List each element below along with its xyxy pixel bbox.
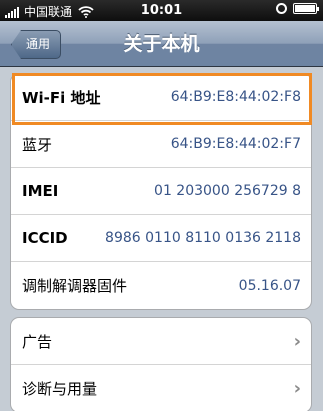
menu-group: 广告 › 诊断与用量 ›: [10, 317, 312, 411]
row-label: Wi-Fi 地址: [22, 88, 101, 107]
back-button[interactable]: 通用: [11, 30, 62, 59]
row-imei: IMEI 01 203000 256729 8: [11, 168, 311, 215]
status-bar: 中国联通 10:01: [0, 0, 323, 21]
chevron-right-icon: ›: [293, 330, 301, 352]
menu-item-diagnostics[interactable]: 诊断与用量 ›: [11, 365, 311, 411]
row-modem-firmware: 调制解调器固件 05.16.07: [11, 262, 311, 309]
menu-item-label: 诊断与用量: [22, 380, 98, 398]
menu-item-advertising[interactable]: 广告 ›: [11, 318, 311, 365]
navigation-bar: 关于本机 通用: [0, 21, 323, 67]
row-wifi-address: Wi-Fi 地址 64:B9:E8:44:02:F8: [11, 74, 311, 121]
menu-item-label: 广告: [22, 332, 53, 351]
battery-icon: [293, 3, 319, 14]
row-value: 8986 0110 8110 0136 2118: [105, 230, 301, 246]
row-label: 蓝牙: [22, 135, 53, 154]
row-bluetooth: 蓝牙 64:B9:E8:44:02:F7: [11, 121, 311, 168]
row-label: IMEI: [22, 182, 59, 200]
rotation-lock-icon: [276, 3, 287, 14]
row-iccid: ICCID 8986 0110 8110 0136 2118: [11, 215, 311, 262]
chevron-right-icon: ›: [293, 378, 301, 399]
row-label: 调制解调器固件: [22, 277, 128, 295]
status-right: [276, 3, 319, 14]
row-value: 01 203000 256729 8: [154, 183, 301, 199]
status-time: 10:01: [140, 3, 183, 18]
row-value: 64:B9:E8:44:02:F8: [170, 89, 301, 105]
about-info-group: Wi-Fi 地址 64:B9:E8:44:02:F8 蓝牙 64:B9:E8:4…: [10, 73, 312, 310]
row-value: 05.16.07: [238, 277, 301, 294]
row-label: ICCID: [22, 229, 68, 247]
row-value: 64:B9:E8:44:02:F7: [170, 136, 301, 152]
